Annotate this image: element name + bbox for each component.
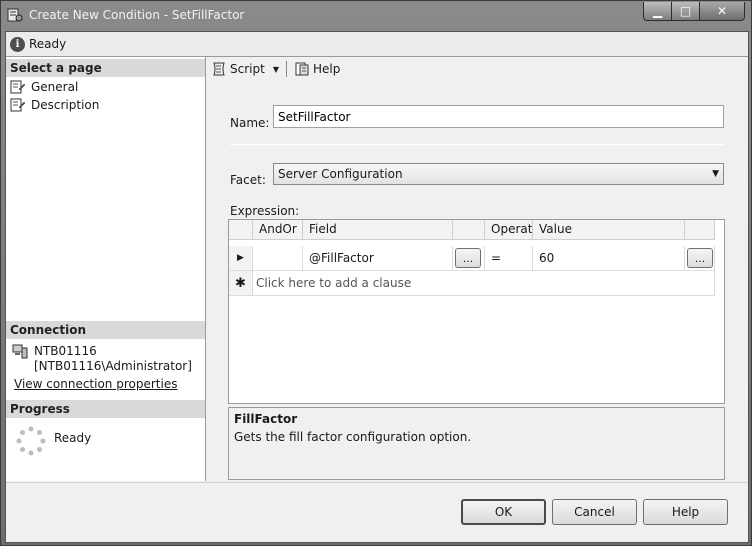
- row-header-corner: [229, 220, 253, 240]
- description-panel: FillFactor Gets the fill factor configur…: [228, 407, 725, 480]
- column-header-value[interactable]: Value: [533, 220, 685, 240]
- value-ellipsis-button[interactable]: ...: [687, 248, 713, 268]
- title-bar: Create New Condition - SetFillFactor ▁ □…: [1, 1, 751, 31]
- dialog-client: i Ready Select a page General Descriptio…: [5, 31, 749, 543]
- table-row[interactable]: ▶ @FillFactor ... = 60 ...: [229, 246, 715, 271]
- toolbar-separator: [285, 61, 287, 77]
- close-button[interactable]: ✕: [699, 2, 745, 21]
- cell-value-button: ...: [685, 246, 715, 271]
- help-button[interactable]: Help: [643, 499, 728, 525]
- server-connection-icon: [12, 344, 28, 359]
- ok-button[interactable]: OK: [461, 499, 546, 525]
- cancel-button[interactable]: Cancel: [552, 499, 637, 525]
- current-row-marker-icon: ▶: [229, 246, 253, 271]
- facet-label: Facet:: [230, 173, 266, 187]
- connection-server: NTB01116: [34, 344, 97, 358]
- script-icon: [213, 62, 225, 76]
- chevron-down-icon: ▼: [272, 64, 279, 74]
- status-bar: i Ready: [6, 32, 748, 57]
- script-label: Script: [230, 62, 265, 76]
- description-text: Gets the fill factor configuration optio…: [234, 430, 472, 444]
- help-label: Help: [312, 62, 341, 76]
- chevron-down-icon: ▼: [712, 169, 719, 179]
- minimize-button[interactable]: ▁: [643, 2, 671, 21]
- toolbar: Script ▼ Help: [206, 57, 748, 81]
- name-label: Name:: [230, 116, 270, 130]
- page-wrench-icon: [10, 98, 26, 112]
- policy-condition-icon: [7, 8, 23, 22]
- progress-spinner-icon: [16, 426, 46, 456]
- grid-header: AndOr Field Operato Value: [229, 220, 724, 240]
- column-header-value-button: [685, 220, 715, 240]
- info-icon: i: [10, 36, 25, 52]
- progress-status: Ready: [54, 431, 92, 445]
- field-ellipsis-button[interactable]: ...: [455, 248, 481, 268]
- cell-andor[interactable]: [253, 246, 303, 271]
- help-book-icon: [295, 62, 309, 76]
- window-title: Create New Condition - SetFillFactor: [29, 8, 245, 22]
- page-item-description[interactable]: Description: [10, 96, 99, 114]
- connection-user: [NTB01116\Administrator]: [34, 359, 192, 373]
- add-clause-cell[interactable]: Click here to add a clause: [253, 271, 715, 296]
- name-input[interactable]: [273, 105, 724, 128]
- new-row-asterisk-icon: ✱: [229, 271, 253, 296]
- select-page-header: Select a page: [6, 59, 205, 77]
- view-connection-properties-link[interactable]: View connection properties: [14, 377, 177, 391]
- facet-value: Server Configuration: [278, 167, 403, 181]
- expression-label: Expression:: [230, 204, 300, 218]
- cell-field-button: ...: [453, 246, 485, 271]
- divider: [230, 144, 724, 145]
- new-row[interactable]: ✱ Click here to add a clause: [229, 271, 715, 296]
- status-text: Ready: [29, 37, 67, 51]
- page-item-label: General: [31, 80, 79, 94]
- script-button[interactable]: Script ▼: [208, 58, 282, 80]
- column-header-andor[interactable]: AndOr: [253, 220, 303, 240]
- page-item-label: Description: [31, 98, 100, 112]
- window-controls: ▁ □ ✕: [643, 2, 745, 22]
- maximize-icon: □: [679, 4, 692, 18]
- button-bar: OK Cancel Help: [6, 482, 748, 542]
- maximize-button[interactable]: □: [671, 2, 699, 21]
- cell-field[interactable]: @FillFactor: [303, 246, 453, 271]
- column-header-field[interactable]: Field: [303, 220, 453, 240]
- cell-value[interactable]: 60: [533, 246, 685, 271]
- left-pane: Select a page General Description Connec…: [6, 57, 206, 481]
- facet-select[interactable]: Server Configuration ▼: [273, 163, 724, 185]
- minimize-icon: ▁: [652, 4, 663, 18]
- close-icon: ✕: [716, 4, 728, 18]
- connection-header: Connection: [6, 321, 205, 339]
- cell-operator[interactable]: =: [485, 246, 533, 271]
- toolbar-help-button[interactable]: Help: [291, 58, 343, 80]
- page-item-general[interactable]: General: [10, 78, 78, 96]
- column-header-operator[interactable]: Operato: [485, 220, 533, 240]
- expression-grid: AndOr Field Operato Value ▶ @FillFactor …: [228, 219, 725, 404]
- right-pane: Script ▼ Help Name: Facet:: [206, 57, 748, 481]
- description-title: FillFactor: [234, 412, 298, 426]
- page-wrench-icon: [10, 80, 26, 94]
- column-header-field-button: [453, 220, 485, 240]
- dialog-window: Create New Condition - SetFillFactor ▁ □…: [0, 0, 752, 546]
- progress-header: Progress: [6, 400, 205, 418]
